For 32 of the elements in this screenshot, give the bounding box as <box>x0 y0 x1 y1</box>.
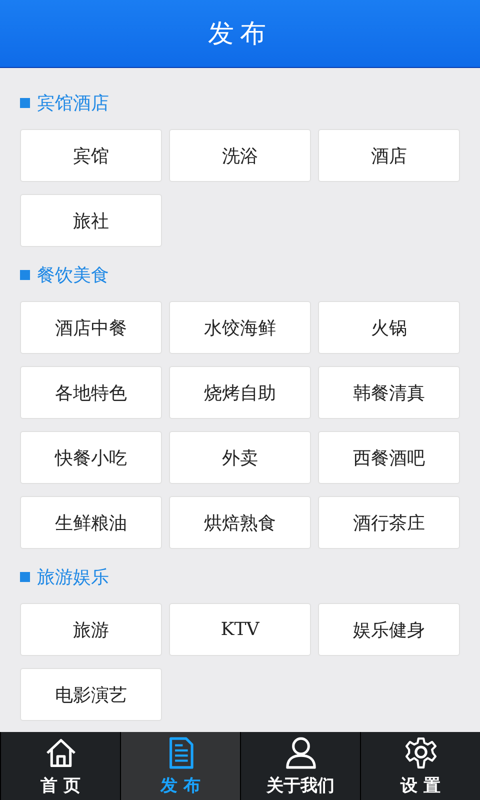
category-button[interactable]: 水饺海鲜 <box>169 301 311 354</box>
category-button[interactable]: 宾馆 <box>20 129 162 182</box>
category-button[interactable]: 西餐酒吧 <box>318 431 460 484</box>
category-button[interactable]: 洗浴 <box>169 129 311 182</box>
category-button[interactable]: KTV <box>169 603 311 656</box>
square-icon <box>20 270 30 280</box>
square-icon <box>20 98 30 108</box>
category-button[interactable]: 烧烤自助 <box>169 366 311 419</box>
category-button[interactable]: 火锅 <box>318 301 460 354</box>
category-button[interactable]: 旅社 <box>20 194 162 247</box>
category-button[interactable]: 酒行茶庄 <box>318 496 460 549</box>
category-button[interactable]: 烘焙熟食 <box>169 496 311 549</box>
category-button[interactable]: 各地特色 <box>20 366 162 419</box>
tab[interactable]: 发 布 <box>120 732 240 800</box>
section-title: 餐饮美食 <box>37 264 109 287</box>
section-title: 旅游娱乐 <box>37 566 109 589</box>
section-title: 宾馆酒店 <box>37 92 109 115</box>
category-button[interactable]: 酒店中餐 <box>20 301 162 354</box>
category-button[interactable]: 韩餐清真 <box>318 366 460 419</box>
page-title: 发布 <box>208 18 272 51</box>
category-button[interactable]: 酒店 <box>318 129 460 182</box>
tab[interactable]: 关于我们 <box>240 732 360 800</box>
square-icon <box>20 572 30 582</box>
settings-icon <box>404 736 438 770</box>
category-button[interactable]: 快餐小吃 <box>20 431 162 484</box>
category-button[interactable]: 外卖 <box>169 431 311 484</box>
category-button[interactable]: 旅游 <box>20 603 162 656</box>
category-button[interactable]: 电影演艺 <box>20 668 162 721</box>
person-icon <box>284 736 318 770</box>
category-button[interactable]: 生鲜粮油 <box>20 496 162 549</box>
tab[interactable]: 设 置 <box>360 732 480 800</box>
category-button[interactable]: 娱乐健身 <box>318 603 460 656</box>
